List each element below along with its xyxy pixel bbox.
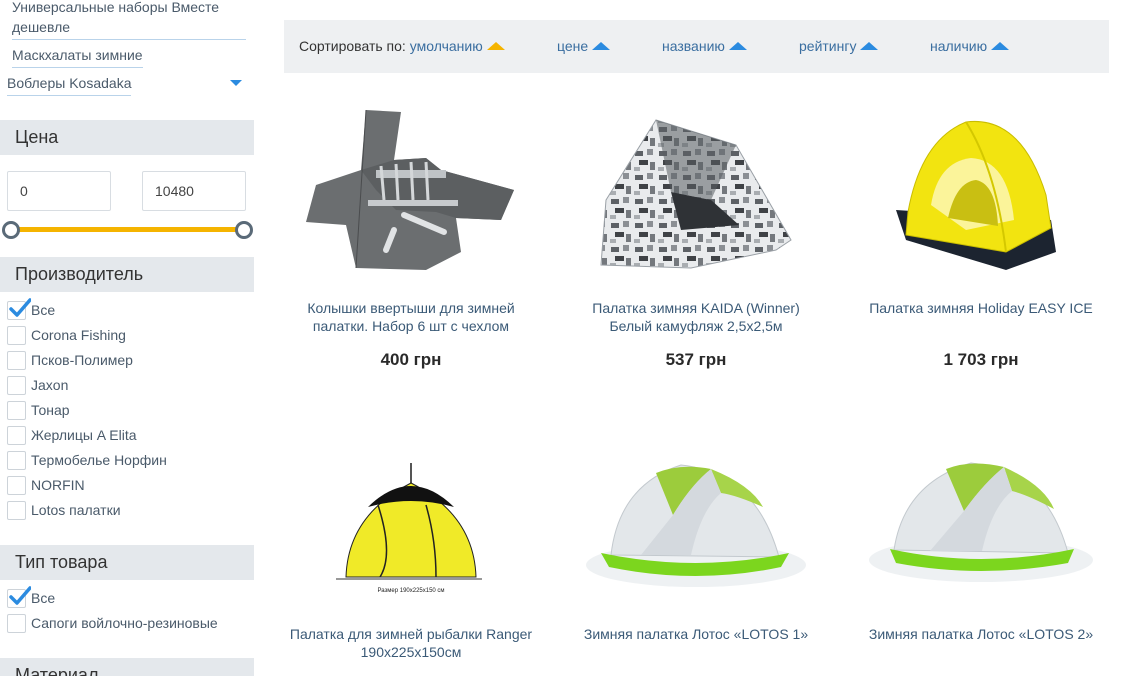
checkbox[interactable] (7, 585, 31, 608)
price-slider-track[interactable] (11, 227, 244, 232)
product-price: 537 грн (665, 350, 727, 369)
filter-option[interactable]: Псков-Полимер (7, 350, 133, 370)
product-price: 400 грн (380, 350, 442, 369)
checkbox[interactable] (7, 297, 31, 320)
filter-option-label: Jaxon (31, 377, 69, 393)
filter-option-label: Сапоги войлочно-резиновые (31, 615, 218, 631)
checkmark-icon (9, 585, 31, 605)
chevron-down-icon[interactable] (230, 80, 242, 86)
lotos-tent-image[interactable] (846, 445, 1116, 625)
sort-default[interactable]: Сортировать по: умолчанию (299, 38, 505, 54)
filter-option-label: Все (31, 590, 56, 606)
sort-arrow-icon (728, 42, 747, 50)
filter-option[interactable]: Corona Fishing (7, 325, 126, 345)
sort-arrow-icon (592, 42, 611, 50)
sort-option-label[interactable]: наличию (930, 38, 987, 54)
product-name[interactable]: Палатка зимняя Holiday EASY ICE (856, 299, 1106, 317)
tent-pegs-image[interactable] (276, 100, 546, 280)
product-name[interactable]: Колышки ввертыши для зимней палатки. Наб… (286, 299, 536, 335)
sort-arrow-icon (991, 42, 1010, 50)
sort-name[interactable]: названию (662, 38, 747, 54)
camo-tent-image[interactable] (561, 100, 831, 280)
checkbox[interactable] (7, 613, 26, 633)
image-caption: Размер 190х225х150 см (377, 588, 444, 594)
category-link-camo[interactable]: Маскхалаты зимние (12, 45, 143, 68)
sort-arrow-icon (860, 42, 879, 50)
filter-option[interactable]: Все (7, 297, 56, 320)
filter-option-label: Все (31, 302, 56, 318)
checkmark-icon (9, 297, 31, 317)
product-price: 1 703 грн (943, 350, 1019, 369)
product-name[interactable]: Зимняя палатка Лотос «LOTOS 2» (856, 625, 1106, 643)
category-link-sets[interactable]: Универсальные наборы Вместе дешевле (12, 0, 246, 40)
sort-label: Сортировать по: (299, 38, 406, 54)
price-filter-title[interactable]: Цена (0, 120, 254, 155)
checkbox[interactable] (7, 425, 26, 445)
filter-option[interactable]: Жерлицы A Elita (7, 425, 137, 445)
sort-rating[interactable]: рейтингу (799, 38, 879, 54)
checkbox[interactable] (7, 325, 26, 345)
material-filter-title[interactable]: Материал (0, 658, 254, 676)
checkbox[interactable] (7, 375, 26, 395)
filter-option[interactable]: Тонар (7, 400, 70, 420)
price-slider-max-handle[interactable] (235, 221, 253, 239)
filter-option-label: NORFIN (31, 477, 85, 493)
filter-option[interactable]: Lotos палатки (7, 500, 121, 520)
filter-option-label: Corona Fishing (31, 327, 126, 343)
sort-bar: Сортировать по: умолчанию цене названию … (284, 20, 1109, 73)
checkbox[interactable] (7, 500, 26, 520)
sort-option-label[interactable]: рейтингу (799, 38, 856, 54)
product-name[interactable]: Палатка для зимней рыбалки Ranger 190x22… (286, 625, 536, 661)
sort-option-label[interactable]: цене (557, 38, 588, 54)
sort-availability[interactable]: наличию (930, 38, 1010, 54)
ranger-tent-image[interactable]: Размер 190х225х150 см (276, 445, 546, 625)
checkbox[interactable] (7, 475, 26, 495)
filter-option-label: Lotos палатки (31, 502, 121, 518)
filter-option-label: Термобелье Норфин (31, 452, 167, 468)
filter-option[interactable]: Jaxon (7, 375, 68, 395)
filter-option[interactable]: NORFIN (7, 475, 85, 495)
filter-option[interactable]: Сапоги войлочно-резиновые (7, 613, 218, 633)
checkbox[interactable] (7, 400, 26, 420)
filter-option-label: Жерлицы A Elita (31, 427, 137, 443)
sort-option-label[interactable]: названию (662, 38, 725, 54)
sort-arrow-icon (486, 42, 505, 50)
filter-sidebar: Универсальные наборы Вместе дешевле Маск… (0, 0, 254, 676)
checkbox[interactable] (7, 350, 26, 370)
category-select[interactable]: Воблеры Kosadaka (7, 73, 132, 96)
sort-price[interactable]: цене (557, 38, 611, 54)
lotos-tent-image[interactable] (561, 445, 831, 625)
product-name[interactable]: Палатка зимняя KAIDA (Winner) Белый каму… (571, 299, 821, 335)
manufacturer-filter-title[interactable]: Производитель (0, 257, 254, 292)
price-slider-min-handle[interactable] (2, 221, 20, 239)
price-max-input[interactable]: 10480 (142, 171, 246, 211)
filter-option-label: Псков-Полимер (31, 352, 133, 368)
filter-option[interactable]: Термобелье Норфин (7, 450, 167, 470)
filter-option[interactable]: Все (7, 585, 56, 608)
yellow-tent-image[interactable] (846, 100, 1116, 280)
type-filter-title[interactable]: Тип товара (0, 545, 254, 580)
product-name[interactable]: Зимняя палатка Лотос «LOTOS 1» (571, 625, 821, 643)
price-min-input[interactable]: 0 (7, 171, 111, 211)
checkbox[interactable] (7, 450, 26, 470)
filter-option-label: Тонар (31, 402, 70, 418)
sort-option-label[interactable]: умолчанию (410, 38, 483, 54)
